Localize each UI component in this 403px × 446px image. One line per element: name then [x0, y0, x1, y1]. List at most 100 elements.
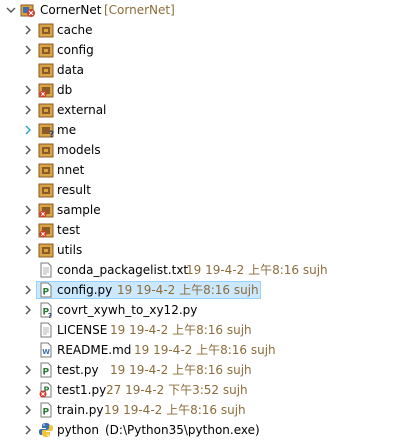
- package-folder-error-icon: [38, 202, 54, 218]
- folder-row-config[interactable]: config: [0, 40, 403, 60]
- folder-row-result[interactable]: result: [0, 180, 403, 200]
- package-folder-icon: [38, 182, 54, 198]
- file-label: test.py: [57, 363, 99, 377]
- folder-row-external[interactable]: external: [0, 100, 403, 120]
- python-project-icon: [20, 2, 36, 18]
- file-label: config.py: [57, 283, 113, 297]
- expand-chevron-icon[interactable]: [22, 240, 34, 260]
- folder-label: external: [57, 103, 107, 117]
- text-file-icon: [38, 262, 54, 278]
- svg-text:P: P: [43, 368, 50, 378]
- file-info: 19 19-4-2 上午8:16 sujh: [186, 263, 328, 277]
- expand-chevron-icon[interactable]: [22, 220, 34, 240]
- package-folder-unknown-icon: ?: [38, 122, 54, 140]
- folder-label: config: [57, 43, 94, 57]
- folder-label: models: [57, 143, 101, 157]
- folder-row-models[interactable]: models: [0, 140, 403, 160]
- interpreter-row[interactable]: python (D:\Python35\python.exe): [0, 420, 403, 440]
- project-explorer-tree: CornerNet [CornerNet] cache config data …: [0, 0, 403, 446]
- expand-chevron-icon[interactable]: [22, 80, 34, 100]
- python-file-icon: P: [38, 282, 54, 298]
- folder-row-cache[interactable]: cache: [0, 20, 403, 40]
- package-folder-error-icon: [38, 222, 54, 238]
- folder-label: data: [57, 63, 85, 77]
- file-label: train.py: [57, 403, 104, 417]
- file-row-train-py[interactable]: P train.py 19 19-4-2 上午8:16 sujh: [0, 400, 403, 420]
- package-folder-error-icon: [38, 82, 54, 98]
- python-file-unversioned-icon: P ?: [38, 302, 54, 320]
- file-row-readme[interactable]: W README.md 19 19-4-2 上午8:16 sujh: [0, 340, 403, 360]
- python-file-error-icon: P: [38, 382, 54, 398]
- expand-chevron-icon[interactable]: [22, 280, 34, 300]
- svg-text:?: ?: [49, 130, 54, 138]
- interpreter-label: python: [57, 423, 99, 437]
- text-file-icon: [38, 322, 54, 338]
- folder-label: me: [57, 123, 77, 137]
- project-root-row[interactable]: CornerNet [CornerNet]: [0, 0, 403, 20]
- expand-chevron-icon[interactable]: [22, 360, 34, 380]
- folder-label: test: [57, 223, 81, 237]
- project-decoration: [CornerNet]: [104, 3, 175, 17]
- package-folder-icon: [38, 242, 54, 258]
- expand-chevron-icon[interactable]: [22, 300, 34, 320]
- file-label: README.md: [57, 343, 132, 357]
- folder-row-nnet[interactable]: nnet: [0, 160, 403, 180]
- expand-chevron-icon[interactable]: [22, 160, 34, 180]
- expand-chevron-icon[interactable]: [22, 40, 34, 60]
- interpreter-path: (D:\Python35\python.exe): [105, 423, 260, 437]
- python-file-icon: P: [38, 402, 54, 418]
- folder-row-utils[interactable]: utils: [0, 240, 403, 260]
- svg-text:?: ?: [48, 312, 52, 318]
- svg-text:P: P: [43, 288, 50, 298]
- file-info: 19 19-4-2 上午8:16 sujh: [110, 363, 252, 377]
- collapse-chevron-icon[interactable]: [5, 0, 17, 20]
- package-folder-icon: [38, 102, 54, 118]
- file-row-license[interactable]: LICENSE 19 19-4-2 上午8:16 sujh: [0, 320, 403, 340]
- expand-chevron-icon[interactable]: [22, 140, 34, 160]
- file-info: 19 19-4-2 上午8:16 sujh: [134, 343, 276, 357]
- expand-chevron-icon[interactable]: [22, 420, 34, 440]
- folder-label: nnet: [57, 163, 85, 177]
- folder-row-test[interactable]: test: [0, 220, 403, 240]
- file-info: 19 19-4-2 上午8:16 sujh: [117, 283, 259, 297]
- expand-chevron-icon[interactable]: [22, 100, 34, 120]
- package-folder-icon: [38, 22, 54, 38]
- file-row-config-py[interactable]: P config.py 19 19-4-2 上午8:16 sujh: [0, 280, 403, 300]
- file-label: test1.py: [57, 383, 107, 397]
- folder-row-data[interactable]: data: [0, 60, 403, 80]
- expand-chevron-icon[interactable]: [22, 200, 34, 220]
- folder-row-me[interactable]: ? me: [0, 120, 403, 140]
- folder-label: db: [57, 83, 73, 97]
- file-label: LICENSE: [57, 323, 108, 337]
- file-row-covrt-xywh[interactable]: P ? covrt_xywh_to_xy12.py: [0, 300, 403, 320]
- folder-label: sample: [57, 203, 101, 217]
- markdown-file-icon: W: [38, 342, 54, 358]
- folder-label: utils: [57, 243, 83, 257]
- partial-row-cut-off: [0, 440, 403, 446]
- file-row-test1-py[interactable]: P test1.py 27 19-4-2 下午3:52 sujh: [0, 380, 403, 400]
- file-info: 27 19-4-2 下午3:52 sujh: [106, 383, 248, 397]
- package-folder-icon: [38, 142, 54, 158]
- file-row-test-py[interactable]: P test.py 19 19-4-2 上午8:16 sujh: [0, 360, 403, 380]
- expand-chevron-icon[interactable]: [22, 380, 34, 400]
- svg-text:P: P: [43, 408, 50, 418]
- package-folder-icon: [38, 42, 54, 58]
- file-label: covrt_xywh_to_xy12.py: [57, 303, 198, 317]
- project-name: CornerNet: [40, 3, 102, 17]
- file-label: conda_packagelist.txt: [57, 263, 189, 277]
- package-folder-icon: [38, 62, 54, 78]
- python-file-icon: P: [38, 362, 54, 378]
- expand-chevron-icon[interactable]: [22, 400, 34, 420]
- folder-row-db[interactable]: db: [0, 80, 403, 100]
- file-info: 19 19-4-2 上午8:16 sujh: [110, 323, 252, 337]
- file-row-conda-packagelist[interactable]: conda_packagelist.txt 19 19-4-2 上午8:16 s…: [0, 260, 403, 280]
- file-info: 19 19-4-2 上午8:16 sujh: [104, 403, 246, 417]
- package-folder-icon: [38, 162, 54, 178]
- expand-chevron-icon[interactable]: [22, 120, 34, 140]
- folder-label: result: [57, 183, 91, 197]
- expand-chevron-icon[interactable]: [22, 20, 34, 40]
- folder-row-sample[interactable]: sample: [0, 200, 403, 220]
- folder-label: cache: [57, 23, 93, 37]
- svg-text:W: W: [42, 348, 50, 356]
- python-interpreter-icon: [38, 422, 54, 438]
